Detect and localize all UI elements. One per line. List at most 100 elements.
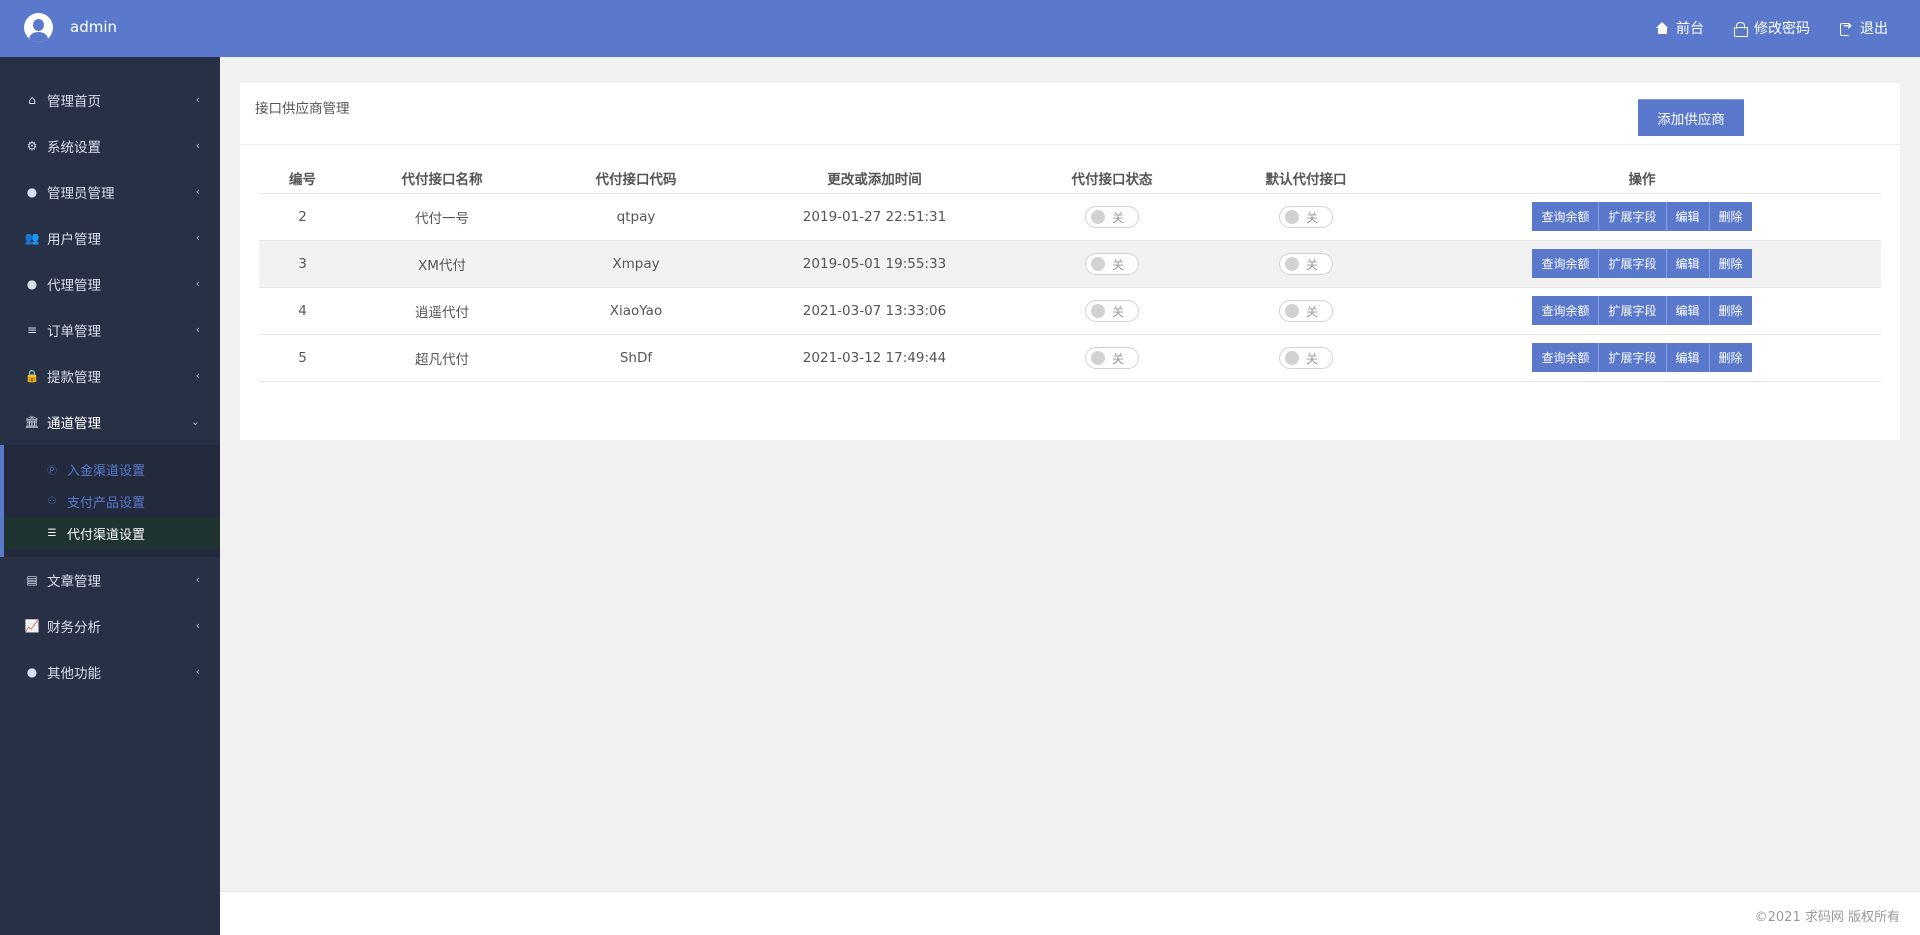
home-icon [1656, 21, 1669, 35]
sidebar-item-label: 用户管理 [47, 232, 101, 248]
add-supplier-button[interactable]: 添加供应商 [1638, 99, 1744, 136]
query-balance-button[interactable]: 查询余额 [1532, 343, 1600, 372]
sidebar-subitem-label: 代付渠道设置 [67, 527, 146, 543]
cell-code: qtpay [538, 193, 734, 241]
sidebar-item-label: 管理首页 [47, 94, 101, 110]
cell-code: ShDf [538, 334, 734, 382]
chevron-left-icon: ‹ [195, 665, 200, 678]
user-circle-icon: ● [26, 277, 38, 291]
p-circle-icon: Ⓟ [47, 465, 57, 477]
cogs-icon: ⚙ [26, 139, 38, 153]
status-toggle[interactable]: 关 [1085, 300, 1139, 322]
chevron-left-icon: ‹ [195, 185, 200, 198]
sidebar-item-label: 其他功能 [47, 666, 101, 682]
sidebar-item-label: 提款管理 [47, 370, 101, 386]
sidebar-item-other[interactable]: ● 其他功能 ‹ [0, 649, 220, 695]
username[interactable]: admin [70, 18, 117, 36]
cell-name: 逍遥代付 [346, 287, 538, 335]
toggle-knob [1091, 257, 1105, 271]
sidebar-item-orders[interactable]: ≡ 订单管理 ‹ [0, 307, 220, 353]
cell-time: 2019-05-01 19:55:33 [734, 240, 1015, 288]
col-default: 默认代付接口 [1209, 163, 1403, 194]
sidebar-item-label: 文章管理 [47, 574, 101, 590]
col-status: 代付接口状态 [1015, 163, 1209, 194]
chevron-left-icon: ‹ [195, 231, 200, 244]
toggle-knob [1285, 210, 1299, 224]
book-icon: ▤ [26, 573, 38, 587]
user-circle-icon: ● [26, 185, 38, 199]
logout-link[interactable]: 退出 [1840, 18, 1888, 38]
cell-name: XM代付 [346, 240, 538, 288]
delete-button[interactable]: 删除 [1709, 343, 1752, 372]
sidebar-subitem-pay-products[interactable]: ⚇ 支付产品设置 [4, 485, 220, 517]
panel-divider [240, 144, 1900, 145]
cell-time: 2021-03-07 13:33:06 [734, 287, 1015, 335]
chevron-left-icon: ‹ [195, 323, 200, 336]
sidebar-item-label: 通道管理 [47, 416, 101, 432]
channels-submenu: Ⓟ 入金渠道设置 ⚇ 支付产品设置 ☰ 代付渠道设置 [0, 445, 220, 557]
sitemap-icon: ⚇ [47, 495, 57, 507]
edit-button[interactable]: 编辑 [1666, 202, 1710, 231]
extend-fields-button[interactable]: 扩展字段 [1599, 202, 1667, 231]
chevron-left-icon: ‹ [195, 573, 200, 586]
chevron-left-icon: ‹ [195, 619, 200, 632]
user-circle-icon: ● [26, 665, 38, 679]
front-link[interactable]: 前台 [1656, 18, 1704, 38]
sidebar-subitem-deposit-channels[interactable]: Ⓟ 入金渠道设置 [4, 453, 220, 485]
edit-button[interactable]: 编辑 [1666, 296, 1710, 325]
default-toggle[interactable]: 关 [1279, 347, 1333, 369]
query-balance-button[interactable]: 查询余额 [1532, 296, 1600, 325]
sidebar-item-agents[interactable]: ● 代理管理 ‹ [0, 261, 220, 307]
sidebar-item-users[interactable]: 👥 用户管理 ‹ [0, 215, 220, 261]
extend-fields-button[interactable]: 扩展字段 [1599, 249, 1667, 278]
header-nav: 前台 修改密码 退出 [1626, 18, 1888, 38]
cell-time: 2021-03-12 17:49:44 [734, 334, 1015, 382]
sidebar-item-label: 管理员管理 [47, 186, 115, 202]
delete-button[interactable]: 删除 [1709, 202, 1752, 231]
toggle-label: 关 [1112, 258, 1125, 272]
avatar-icon[interactable] [24, 13, 53, 42]
sidebar-subitem-label: 入金渠道设置 [67, 463, 146, 479]
sidebar-item-label: 代理管理 [47, 278, 101, 294]
delete-button[interactable]: 删除 [1709, 296, 1752, 325]
extend-fields-button[interactable]: 扩展字段 [1599, 296, 1667, 325]
cell-id: 2 [259, 193, 346, 241]
copyright-text: ©2021 求码网 版权所有 [1754, 910, 1900, 925]
toggle-knob [1285, 304, 1299, 318]
toggle-knob [1285, 257, 1299, 271]
sidebar-item-channels[interactable]: 🏛 通道管理 ⌄ [0, 399, 220, 445]
extend-fields-button[interactable]: 扩展字段 [1599, 343, 1667, 372]
status-toggle[interactable]: 关 [1085, 347, 1139, 369]
delete-button[interactable]: 删除 [1709, 249, 1752, 278]
default-toggle[interactable]: 关 [1279, 300, 1333, 322]
table-header-row: 编号 代付接口名称 代付接口代码 更改或添加时间 代付接口状态 默认代付接口 操… [259, 163, 1881, 194]
supplier-table: 编号 代付接口名称 代付接口代码 更改或添加时间 代付接口状态 默认代付接口 操… [259, 163, 1881, 382]
sidebar-subitem-payout-channels[interactable]: ☰ 代付渠道设置 [4, 517, 220, 549]
default-toggle[interactable]: 关 [1279, 253, 1333, 275]
query-balance-button[interactable]: 查询余额 [1532, 202, 1600, 231]
change-password-link[interactable]: 修改密码 [1734, 18, 1810, 38]
bank-icon: 🏛 [24, 415, 40, 429]
cell-id: 4 [259, 287, 346, 335]
edit-button[interactable]: 编辑 [1666, 249, 1710, 278]
footer: ©2021 求码网 版权所有 [220, 891, 1920, 935]
sidebar-item-system[interactable]: ⚙ 系统设置 ‹ [0, 123, 220, 169]
sidebar-item-admins[interactable]: ● 管理员管理 ‹ [0, 169, 220, 215]
col-ops: 操作 [1403, 163, 1881, 194]
toggle-knob [1091, 210, 1105, 224]
status-toggle[interactable]: 关 [1085, 253, 1139, 275]
sidebar-item-home[interactable]: ⌂ 管理首页 ‹ [0, 77, 220, 123]
default-toggle[interactable]: 关 [1279, 206, 1333, 228]
cell-time: 2019-01-27 22:51:31 [734, 193, 1015, 241]
front-link-label: 前台 [1676, 21, 1704, 37]
sliders-icon: ☰ [47, 527, 57, 539]
sidebar-item-articles[interactable]: ▤ 文章管理 ‹ [0, 557, 220, 603]
status-toggle[interactable]: 关 [1085, 206, 1139, 228]
toggle-label: 关 [1112, 352, 1125, 366]
edit-button[interactable]: 编辑 [1666, 343, 1710, 372]
sidebar-item-finance[interactable]: 📈 财务分析 ‹ [0, 603, 220, 649]
row-actions: 查询余额 扩展字段 编辑 删除 [1532, 202, 1752, 231]
top-header: admin 前台 修改密码 退出 [0, 0, 1920, 57]
sidebar-item-withdrawals[interactable]: 🔒 提款管理 ‹ [0, 353, 220, 399]
query-balance-button[interactable]: 查询余额 [1532, 249, 1600, 278]
